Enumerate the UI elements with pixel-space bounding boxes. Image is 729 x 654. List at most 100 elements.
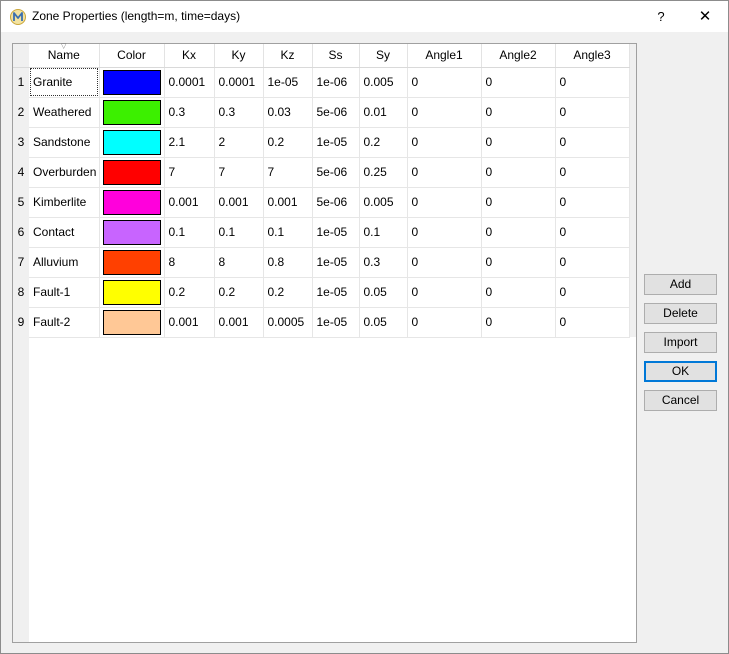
close-button[interactable]: ✕ <box>682 1 728 32</box>
table-row[interactable]: 9 Fault-2 0.001 0.001 0.0005 1e-05 0.05 0 0 0 <box>13 307 630 338</box>
ok-button[interactable]: OK <box>644 361 717 382</box>
angle2-cell[interactable]: 0 <box>481 277 556 308</box>
color-swatch[interactable] <box>102 99 161 125</box>
kz-cell[interactable]: 7 <box>263 157 313 188</box>
name-cell[interactable]: Alluvium <box>29 247 100 278</box>
angle2-cell[interactable]: 0 <box>481 247 556 278</box>
cancel-button[interactable]: Cancel <box>644 390 717 411</box>
ss-cell[interactable]: 1e-06 <box>312 67 360 98</box>
color-swatch[interactable] <box>102 159 161 185</box>
angle1-cell[interactable]: 0 <box>407 127 482 158</box>
import-button[interactable]: Import <box>644 332 717 353</box>
ky-cell[interactable]: 7 <box>214 157 264 188</box>
angle3-cell[interactable]: 0 <box>555 187 630 218</box>
color-cell[interactable] <box>99 307 165 338</box>
angle2-cell[interactable]: 0 <box>481 67 556 98</box>
angle3-cell[interactable]: 0 <box>555 217 630 248</box>
kx-cell[interactable]: 0.1 <box>164 217 215 248</box>
color-swatch[interactable] <box>102 249 161 275</box>
kz-cell[interactable]: 0.2 <box>263 277 313 308</box>
column-header-kz[interactable]: Kz <box>263 44 313 68</box>
sy-cell[interactable]: 0.005 <box>359 67 408 98</box>
kz-cell[interactable]: 0.03 <box>263 97 313 128</box>
angle3-cell[interactable]: 0 <box>555 247 630 278</box>
table-row[interactable]: 1 Granite 0.0001 0.0001 1e-05 1e-06 0.005 0 0 0 <box>13 67 630 98</box>
angle3-cell[interactable]: 0 <box>555 157 630 188</box>
add-button[interactable]: Add <box>644 274 717 295</box>
ss-cell[interactable]: 1e-05 <box>312 127 360 158</box>
table-row[interactable]: 4 Overburden 7 7 7 5e-06 0.25 0 0 0 <box>13 157 630 188</box>
kx-cell[interactable]: 0.2 <box>164 277 215 308</box>
zone-properties-table[interactable]: ▽ Name Color Kx Ky Kz Ss Sy Angle1 Angle2… <box>12 43 637 643</box>
kz-cell[interactable]: 0.0005 <box>263 307 313 338</box>
color-cell[interactable] <box>99 247 165 278</box>
angle2-cell[interactable]: 0 <box>481 127 556 158</box>
kz-cell[interactable]: 1e-05 <box>263 67 313 98</box>
table-row[interactable]: 6 Contact 0.1 0.1 0.1 1e-05 0.1 0 0 0 <box>13 217 630 248</box>
angle3-cell[interactable]: 0 <box>555 277 630 308</box>
ss-cell[interactable]: 1e-05 <box>312 307 360 338</box>
angle2-cell[interactable]: 0 <box>481 307 556 338</box>
angle1-cell[interactable]: 0 <box>407 187 482 218</box>
ky-cell[interactable]: 0.3 <box>214 97 264 128</box>
ss-cell[interactable]: 5e-06 <box>312 157 360 188</box>
kx-cell[interactable]: 0.3 <box>164 97 215 128</box>
color-cell[interactable] <box>99 97 165 128</box>
color-cell[interactable] <box>99 127 165 158</box>
angle3-cell[interactable]: 0 <box>555 67 630 98</box>
sy-cell[interactable]: 0.005 <box>359 187 408 218</box>
column-header-sy[interactable]: Sy <box>359 44 408 68</box>
angle2-cell[interactable]: 0 <box>481 157 556 188</box>
table-row[interactable]: 8 Fault-1 0.2 0.2 0.2 1e-05 0.05 0 0 0 <box>13 277 630 308</box>
column-header-name[interactable]: ▽ Name <box>29 43 100 68</box>
kz-cell[interactable]: 0.001 <box>263 187 313 218</box>
angle2-cell[interactable]: 0 <box>481 187 556 218</box>
kz-cell[interactable]: 0.1 <box>263 217 313 248</box>
column-header-kx[interactable]: Kx <box>164 44 215 68</box>
color-swatch[interactable] <box>102 69 161 95</box>
column-header-color[interactable]: Color <box>99 44 165 68</box>
table-row[interactable]: 5 Kimberlite 0.001 0.001 0.001 5e-06 0.005 0 0 0 <box>13 187 630 218</box>
delete-button[interactable]: Delete <box>644 303 717 324</box>
ky-cell[interactable]: 2 <box>214 127 264 158</box>
name-cell[interactable]: Overburden <box>29 157 100 188</box>
angle1-cell[interactable]: 0 <box>407 217 482 248</box>
table-row[interactable]: 2 Weathered 0.3 0.3 0.03 5e-06 0.01 0 0 0 <box>13 97 630 128</box>
ss-cell[interactable]: 5e-06 <box>312 187 360 218</box>
angle2-cell[interactable]: 0 <box>481 97 556 128</box>
name-cell[interactable]: Kimberlite <box>29 187 100 218</box>
column-header-angle1[interactable]: Angle1 <box>407 44 482 68</box>
angle1-cell[interactable]: 0 <box>407 307 482 338</box>
sy-cell[interactable]: 0.01 <box>359 97 408 128</box>
column-header-angle3[interactable]: Angle3 <box>555 44 630 68</box>
name-cell[interactable]: Weathered <box>29 97 100 128</box>
color-swatch[interactable] <box>102 219 161 245</box>
name-cell[interactable]: Fault-2 <box>29 307 100 338</box>
angle1-cell[interactable]: 0 <box>407 277 482 308</box>
color-cell[interactable] <box>99 217 165 248</box>
angle3-cell[interactable]: 0 <box>555 97 630 128</box>
ky-cell[interactable]: 0.2 <box>214 277 264 308</box>
angle3-cell[interactable]: 0 <box>555 127 630 158</box>
sy-cell[interactable]: 0.1 <box>359 217 408 248</box>
angle1-cell[interactable]: 0 <box>407 97 482 128</box>
color-swatch[interactable] <box>102 279 161 305</box>
ky-cell[interactable]: 8 <box>214 247 264 278</box>
name-cell[interactable]: Sandstone <box>29 127 100 158</box>
column-header-angle2[interactable]: Angle2 <box>481 44 556 68</box>
sy-cell[interactable]: 0.2 <box>359 127 408 158</box>
name-cell[interactable]: Contact <box>29 217 100 248</box>
angle1-cell[interactable]: 0 <box>407 247 482 278</box>
color-cell[interactable] <box>99 187 165 218</box>
ss-cell[interactable]: 1e-05 <box>312 217 360 248</box>
sy-cell[interactable]: 0.25 <box>359 157 408 188</box>
color-cell[interactable] <box>99 157 165 188</box>
column-header-ss[interactable]: Ss <box>312 44 360 68</box>
ky-cell[interactable]: 0.1 <box>214 217 264 248</box>
angle1-cell[interactable]: 0 <box>407 157 482 188</box>
kx-cell[interactable]: 8 <box>164 247 215 278</box>
kx-cell[interactable]: 2.1 <box>164 127 215 158</box>
kz-cell[interactable]: 0.8 <box>263 247 313 278</box>
name-cell[interactable]: Fault-1 <box>29 277 100 308</box>
kx-cell[interactable]: 0.001 <box>164 187 215 218</box>
